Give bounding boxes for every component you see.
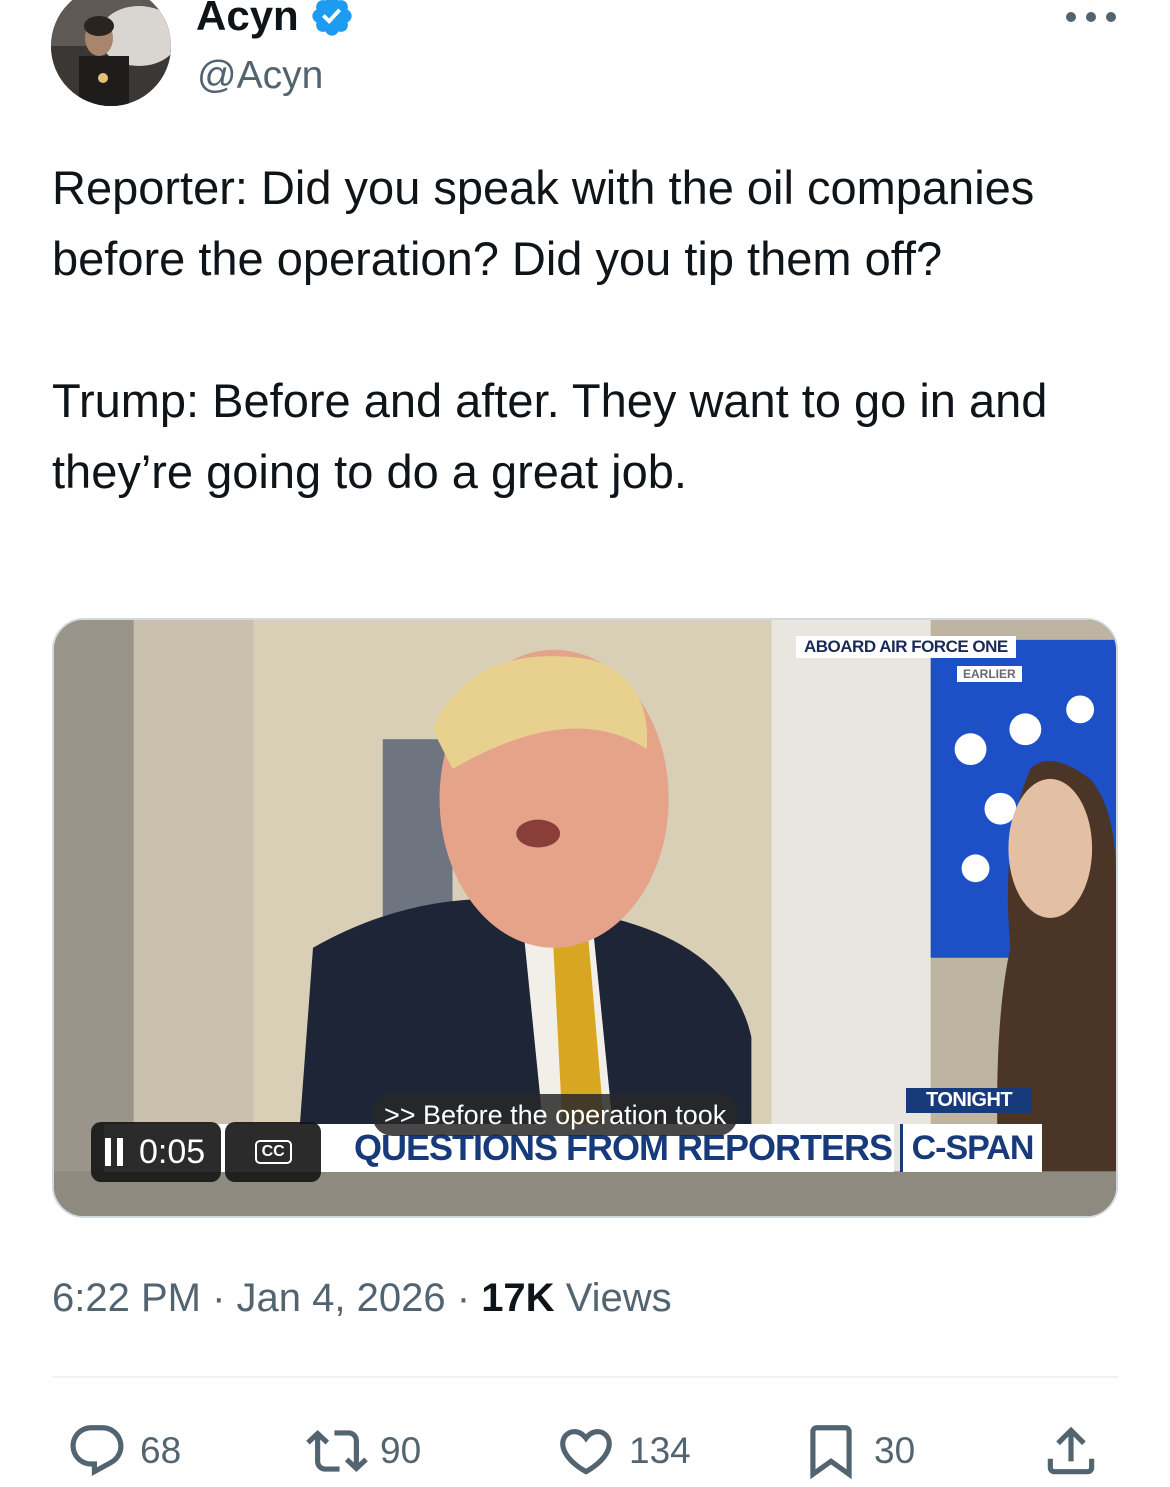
share-icon	[1047, 1426, 1095, 1475]
video-timestamp: 0:05	[139, 1132, 206, 1171]
more-icon[interactable]	[1066, 5, 1116, 29]
divider	[52, 1376, 1118, 1378]
pause-icon	[105, 1138, 123, 1166]
verified-badge-icon	[312, 0, 352, 36]
bookmark-icon	[810, 1425, 852, 1480]
tweet-paragraph: Trump: Before and after. They want to go…	[52, 374, 1061, 498]
meta-separator: ·	[212, 1276, 226, 1320]
views-count: 17K	[481, 1276, 555, 1320]
chyron-earlier: EARLIER	[957, 666, 1022, 682]
views-label: Views	[565, 1276, 672, 1320]
reply-button[interactable]: 68	[66, 1413, 181, 1487]
network-logo: C-SPAN	[900, 1124, 1042, 1172]
tweet-paragraph: Reporter: Did you speak with the oil com…	[52, 161, 1048, 285]
post-time[interactable]: 6:22 PM	[52, 1276, 201, 1320]
like-icon	[560, 1429, 612, 1475]
bookmark-button[interactable]: 30	[800, 1413, 915, 1487]
chyron-tonight: TONIGHT	[906, 1088, 1033, 1113]
action-bar: 68 90 134 30	[0, 1413, 1170, 1487]
repost-icon	[306, 1430, 368, 1472]
tweet-meta: 6:22 PM · Jan 4, 2026 · 17K Views	[52, 1272, 672, 1324]
author-name[interactable]: Acyn	[196, 0, 299, 41]
meta-separator: ·	[456, 1276, 471, 1320]
like-count: 134	[629, 1430, 691, 1471]
video-controls: 0:05 CC	[91, 1122, 322, 1182]
chyron-location: ABOARD AIR FORCE ONE	[796, 636, 1016, 658]
video-caption: >> Before the operation took	[372, 1094, 739, 1136]
reply-count: 68	[140, 1430, 182, 1471]
reply-icon	[70, 1425, 124, 1477]
avatar[interactable]	[51, 0, 171, 106]
repost-button[interactable]: 90	[306, 1413, 421, 1487]
tweet-text: Reporter: Did you speak with the oil com…	[52, 152, 1132, 507]
bookmark-count: 30	[874, 1430, 916, 1471]
author-name-row[interactable]: Acyn	[196, 0, 355, 41]
video-player[interactable]: ABOARD AIR FORCE ONE EARLIER TONIGHT QUE…	[52, 618, 1118, 1218]
pause-button[interactable]: 0:05	[91, 1122, 222, 1182]
tweet-detail: Acyn @Acyn Reporter: Did you speak with …	[0, 0, 1170, 1487]
cc-icon: CC	[254, 1140, 292, 1164]
captions-button[interactable]: CC	[225, 1122, 322, 1182]
repost-count: 90	[380, 1430, 422, 1471]
like-button[interactable]: 134	[555, 1413, 691, 1487]
share-button[interactable]	[1040, 1413, 1102, 1487]
post-date[interactable]: Jan 4, 2026	[237, 1276, 446, 1320]
author-handle[interactable]: @Acyn	[197, 52, 323, 100]
